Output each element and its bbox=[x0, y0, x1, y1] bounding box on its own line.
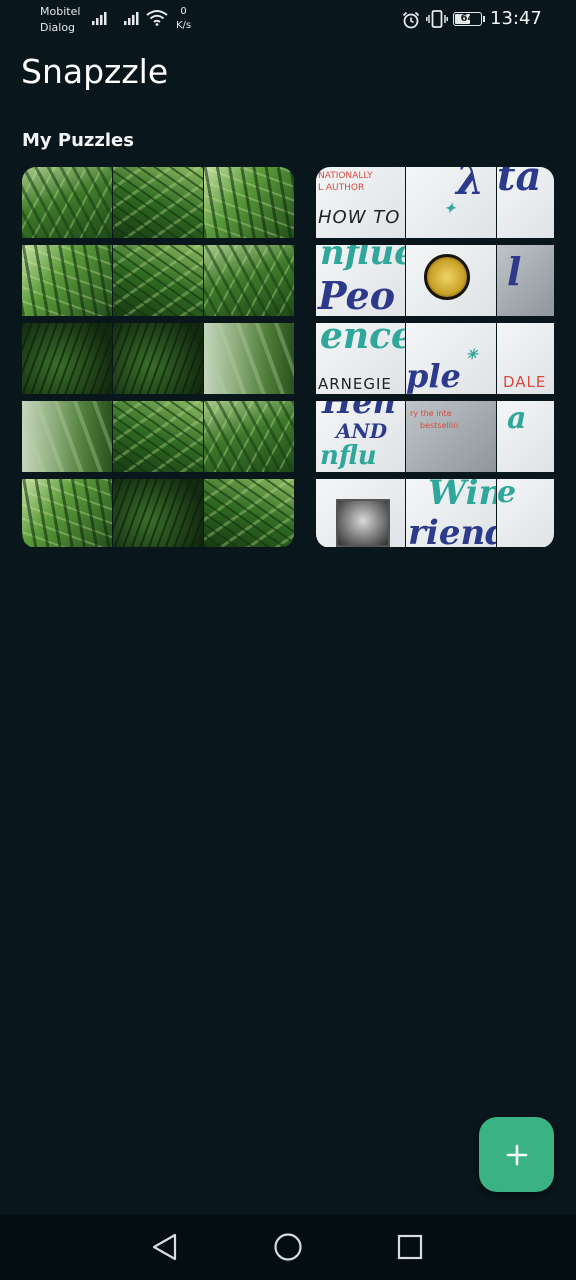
puzzle-tile: Win riends bbox=[406, 479, 496, 547]
book-text: Peo bbox=[318, 273, 396, 316]
wifi-icon bbox=[146, 10, 168, 26]
back-triangle-icon[interactable] bbox=[150, 1232, 180, 1262]
recents-square-icon[interactable] bbox=[396, 1233, 424, 1261]
puzzle-tile: NATIONALLY L AUTHOR HOW TO bbox=[316, 167, 405, 238]
puzzle-card-leaves[interactable] bbox=[22, 167, 294, 548]
puzzle-card-book[interactable]: NATIONALLY L AUTHOR HOW TO λ ✦ ta nflue … bbox=[316, 167, 554, 548]
clock: 13:47 bbox=[490, 8, 542, 29]
puzzle-tile: e bbox=[497, 479, 554, 547]
puzzle-tile: nflue Peo bbox=[316, 245, 405, 316]
puzzle-tile: l bbox=[497, 245, 554, 316]
plus-icon bbox=[506, 1144, 527, 1165]
book-text: L AUTHOR bbox=[318, 183, 365, 193]
battery-percent: 64 bbox=[460, 13, 475, 24]
speed-unit: K/s bbox=[176, 20, 192, 31]
battery-tip bbox=[483, 16, 485, 22]
puzzle-tile: DALE bbox=[497, 323, 554, 394]
puzzle-tile bbox=[316, 479, 405, 547]
book-text: nflue bbox=[320, 245, 405, 273]
award-seal bbox=[424, 254, 470, 300]
book-text: DALE bbox=[503, 373, 547, 391]
puzzle-tile bbox=[22, 323, 112, 394]
puzzle-tile: λ ✦ bbox=[406, 167, 496, 238]
puzzle-tile bbox=[204, 401, 294, 472]
book-text: AND bbox=[336, 419, 388, 443]
book-text: ple bbox=[406, 357, 461, 394]
signal-icon bbox=[92, 12, 107, 25]
puzzle-tile bbox=[204, 167, 294, 238]
network-speed: 0 K/s bbox=[176, 5, 191, 33]
puzzle-tile: Hen AND nflu bbox=[316, 401, 405, 472]
puzzle-tile: ✳ ple bbox=[406, 323, 496, 394]
puzzle-tile bbox=[406, 245, 496, 316]
puzzle-tile: ence ARNEGIE bbox=[316, 323, 405, 394]
book-text: ry the inte bbox=[410, 409, 452, 418]
puzzle-tile bbox=[22, 401, 112, 472]
puzzle-tile bbox=[22, 167, 112, 238]
book-text: NATIONALLY bbox=[318, 171, 373, 181]
puzzle-tile bbox=[22, 479, 112, 547]
navigation-bar bbox=[0, 1214, 576, 1280]
speed-value: 0 bbox=[180, 6, 187, 17]
puzzle-tile bbox=[204, 245, 294, 316]
carrier-2: Dialog bbox=[40, 21, 76, 34]
puzzle-grid: NATIONALLY L AUTHOR HOW TO λ ✦ ta nflue … bbox=[316, 167, 554, 548]
puzzle-tile bbox=[22, 245, 112, 316]
carrier-names: Mobitel Dialog bbox=[40, 4, 80, 36]
carrier-1: Mobitel bbox=[40, 5, 81, 18]
book-text: ARNEGIE bbox=[318, 375, 392, 393]
puzzle-tile: ry the inte bestsellin bbox=[406, 401, 496, 472]
author-portrait bbox=[336, 499, 390, 547]
puzzle-grid bbox=[22, 167, 294, 548]
alarm-icon bbox=[402, 11, 420, 29]
section-title: My Puzzles bbox=[22, 130, 134, 151]
status-bar: Mobitel Dialog 0 K/s 64 13:47 bbox=[0, 0, 576, 44]
book-text: bestsellin bbox=[420, 421, 459, 430]
puzzle-tile bbox=[204, 479, 294, 547]
signal-icon bbox=[124, 12, 139, 25]
puzzle-tile: ta bbox=[497, 167, 554, 238]
puzzle-tile bbox=[204, 323, 294, 394]
puzzle-tile bbox=[113, 245, 203, 316]
book-text: HOW TO bbox=[318, 207, 401, 228]
puzzle-tile bbox=[113, 401, 203, 472]
add-puzzle-button[interactable] bbox=[479, 1117, 554, 1192]
app-title: Snapzzle bbox=[21, 52, 169, 91]
battery-icon: 64 bbox=[453, 12, 482, 26]
book-text: riends bbox=[408, 513, 496, 547]
book-text: ence bbox=[320, 323, 405, 357]
home-circle-icon[interactable] bbox=[272, 1231, 304, 1263]
vibrate-icon bbox=[426, 10, 448, 28]
puzzle-tile bbox=[113, 479, 203, 547]
book-text: Win bbox=[428, 479, 496, 513]
puzzle-tile bbox=[113, 167, 203, 238]
puzzle-tile: a bbox=[497, 401, 554, 472]
puzzle-tile bbox=[113, 323, 203, 394]
